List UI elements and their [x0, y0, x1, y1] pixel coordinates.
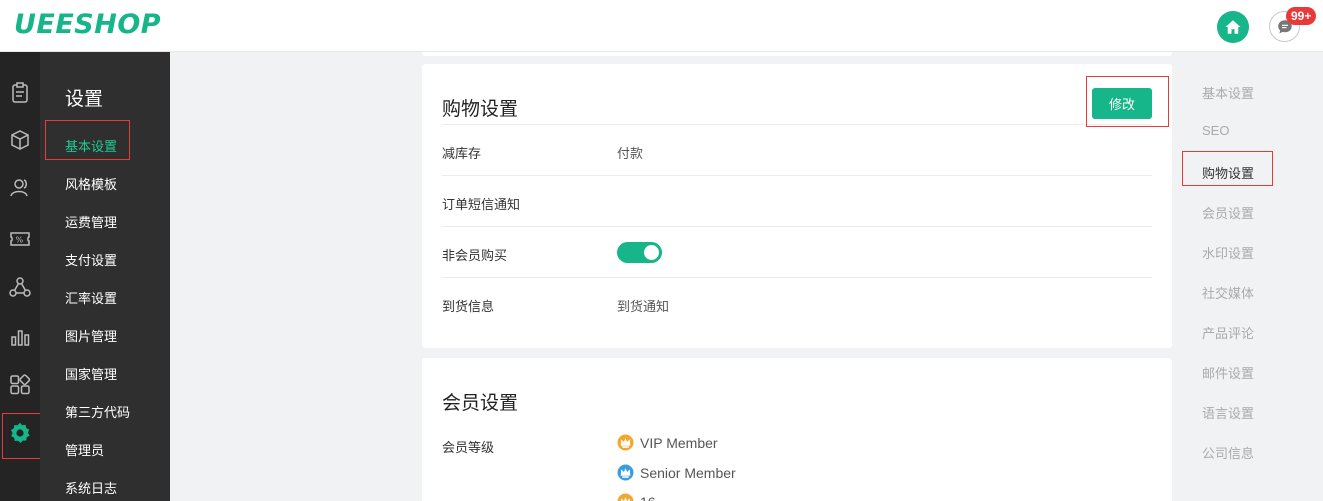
divider	[442, 124, 1152, 125]
home-button[interactable]	[1217, 11, 1249, 43]
settings-highlight	[2, 413, 42, 459]
divider	[442, 226, 1152, 227]
menu-item-exchange[interactable]: 汇率设置	[65, 288, 117, 307]
home-icon	[1225, 20, 1241, 34]
share-icon[interactable]	[0, 272, 40, 302]
member-level: VIP Member	[617, 434, 718, 451]
apps-icon[interactable]	[0, 370, 40, 400]
row-label: 到货信息	[442, 299, 495, 314]
right-nav-seo[interactable]: SEO	[1202, 123, 1229, 138]
row-label: 会员等级	[442, 440, 495, 455]
divider	[442, 277, 1152, 278]
guest-purchase-toggle[interactable]	[617, 242, 662, 263]
right-nav-watermark[interactable]: 水印设置	[1202, 243, 1254, 262]
menu-item-countries[interactable]: 国家管理	[65, 364, 117, 383]
toggle-knob	[644, 245, 659, 260]
row-value: 付款	[617, 146, 644, 161]
right-nav-email[interactable]: 邮件设置	[1202, 363, 1254, 382]
menu-item-payment[interactable]: 支付设置	[65, 250, 117, 269]
crown-gold-icon	[617, 434, 634, 451]
right-nav-company[interactable]: 公司信息	[1202, 443, 1254, 462]
menu-item-theme[interactable]: 风格模板	[65, 174, 117, 193]
logo[interactable]: UEESHOP	[14, 9, 161, 40]
right-nav-reviews[interactable]: 产品评论	[1202, 323, 1254, 342]
menu-item-third-party[interactable]: 第三方代码	[65, 402, 130, 421]
right-nav-social[interactable]: 社交媒体	[1202, 283, 1254, 302]
edit-highlight	[1086, 76, 1169, 127]
menu-item-images[interactable]: 图片管理	[65, 326, 117, 345]
previous-card	[422, 52, 1172, 56]
crown-blue-icon	[617, 464, 634, 481]
shopping-settings-card: 购物设置 修改 减库存 付款 订单短信通知 非会员购买 到货信息 到货通知	[422, 64, 1172, 348]
row-value: 到货通知	[617, 299, 670, 314]
level-name: Senior Member	[640, 464, 736, 481]
card-title: 购物设置	[442, 99, 519, 120]
crown-gold-icon	[617, 493, 634, 501]
top-bar: UEESHOP 99+	[0, 0, 1323, 52]
member-settings-card: 会员设置 会员等级 VIP Member Senior Member 16	[422, 358, 1172, 501]
member-level: 16	[617, 493, 656, 501]
right-nav-language[interactable]: 语言设置	[1202, 403, 1254, 422]
menu-item-shipping[interactable]: 运费管理	[65, 212, 117, 231]
svg-text:%: %	[16, 236, 24, 245]
divider	[442, 175, 1152, 176]
menu-item-logs[interactable]: 系统日志	[65, 478, 117, 497]
right-nav-highlight	[1182, 151, 1273, 186]
right-nav-basic[interactable]: 基本设置	[1202, 83, 1254, 102]
card-title: 会员设置	[442, 393, 519, 414]
menu-active-highlight	[45, 120, 130, 160]
coupon-icon[interactable]: %	[0, 224, 40, 254]
menu-item-admins[interactable]: 管理员	[65, 440, 104, 459]
level-name: VIP Member	[640, 434, 718, 451]
right-nav-member[interactable]: 会员设置	[1202, 203, 1254, 222]
row-label: 减库存	[442, 146, 482, 161]
row-label: 非会员购买	[442, 248, 508, 263]
stats-icon[interactable]	[0, 322, 40, 352]
users-icon[interactable]	[0, 172, 40, 202]
orders-icon[interactable]	[0, 78, 40, 108]
row-label: 订单短信通知	[442, 197, 521, 212]
level-name: 16	[640, 494, 656, 501]
menu-title: 设置	[65, 89, 104, 110]
notification-badge: 99+	[1286, 7, 1317, 25]
member-level: Senior Member	[617, 464, 736, 481]
products-icon[interactable]	[0, 125, 40, 155]
